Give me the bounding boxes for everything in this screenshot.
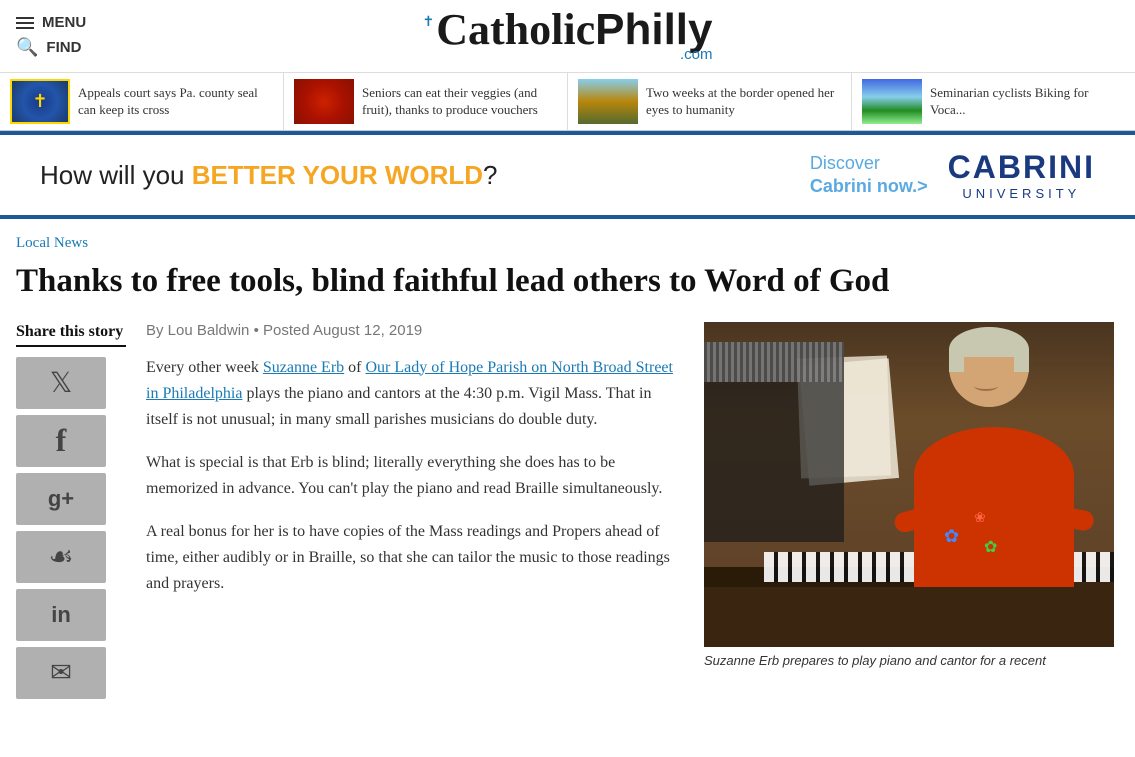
- twitter-share-button[interactable]: 𝕏: [16, 357, 106, 409]
- article-title: Thanks to free tools, blind faithful lea…: [16, 262, 1119, 302]
- share-sidebar: Share this story 𝕏 f g+ ☙ in ✉: [16, 322, 126, 705]
- article-body: By Lou Baldwin • Posted August 12, 2019 …: [126, 322, 704, 705]
- find-button[interactable]: 🔍 FIND: [16, 37, 126, 58]
- ad-discover: DiscoverCabrini now.>: [810, 152, 928, 199]
- gplus-share-button[interactable]: g+: [16, 473, 106, 525]
- email-icon: ✉: [50, 658, 72, 688]
- logo-text: CatholicPhilly: [436, 8, 712, 52]
- suzanne-erb-link[interactable]: Suzanne Erb: [263, 359, 344, 376]
- list-item[interactable]: Seminarian cyclists Biking for Voca...: [852, 73, 1135, 130]
- main-content: Local News Thanks to free tools, blind f…: [0, 235, 1135, 705]
- site-header: MENU 🔍 FIND ✝ CatholicPhilly .com: [0, 0, 1135, 73]
- facebook-icon: f: [56, 422, 67, 459]
- twitter-icon: 𝕏: [50, 366, 73, 400]
- article-image-column: ✿ ❀ ✿ Suzanne Erb prepares to play piano…: [704, 322, 1119, 705]
- list-item[interactable]: Two weeks at the border opened her eyes …: [568, 73, 852, 130]
- ad-banner: How will you BETTER YOUR WORLD? Discover…: [0, 131, 1135, 219]
- top-stories-bar: ✝ Appeals court says Pa. county seal can…: [0, 73, 1135, 131]
- pinterest-icon: ☙: [48, 540, 73, 574]
- linkedin-icon: in: [51, 602, 71, 628]
- parish-link[interactable]: Our Lady of Hope Parish on North Broad S…: [146, 359, 673, 402]
- hamburger-icon: [16, 17, 34, 29]
- article-paragraph: What is special is that Erb is blind; li…: [146, 450, 684, 503]
- logo-icon: ✝: [423, 16, 435, 30]
- ad-cabrini-university: CABRINI UNIVERSITY: [948, 149, 1095, 201]
- story-text: Seniors can eat their veggies (and fruit…: [362, 85, 557, 119]
- list-item[interactable]: ✝ Appeals court says Pa. county seal can…: [0, 73, 284, 130]
- pinterest-share-button[interactable]: ☙: [16, 531, 106, 583]
- google-plus-icon: g+: [48, 486, 74, 512]
- story-text: Two weeks at the border opened her eyes …: [646, 85, 841, 119]
- story-thumbnail: [578, 79, 638, 124]
- breadcrumb[interactable]: Local News: [16, 235, 1119, 252]
- menu-button[interactable]: MENU: [16, 14, 126, 31]
- linkedin-share-button[interactable]: in: [16, 589, 106, 641]
- list-item[interactable]: Seniors can eat their veggies (and fruit…: [284, 73, 568, 130]
- article-paragraph: A real bonus for her is to have copies o…: [146, 519, 684, 598]
- story-thumbnail: [294, 79, 354, 124]
- logo-container: ✝ CatholicPhilly .com: [126, 8, 1009, 64]
- article-meta: By Lou Baldwin • Posted August 12, 2019: [146, 322, 684, 339]
- story-thumbnail: [862, 79, 922, 124]
- find-label: FIND: [46, 39, 81, 56]
- story-text: Appeals court says Pa. county seal can k…: [78, 85, 273, 119]
- facebook-share-button[interactable]: f: [16, 415, 106, 467]
- article-paragraph: Every other week Suzanne Erb of Our Lady…: [146, 355, 684, 434]
- share-title: Share this story: [16, 322, 126, 347]
- article-image: ✿ ❀ ✿: [704, 322, 1114, 647]
- menu-label: MENU: [42, 14, 86, 31]
- story-thumbnail: ✝: [10, 79, 70, 124]
- search-icon: 🔍: [16, 37, 38, 58]
- story-text: Seminarian cyclists Biking for Voca...: [930, 85, 1125, 119]
- article-paragraphs: Every other week Suzanne Erb of Our Lady…: [146, 355, 684, 598]
- image-caption: Suzanne Erb prepares to play piano and c…: [704, 653, 1114, 668]
- ad-text: How will you BETTER YOUR WORLD?: [40, 160, 497, 191]
- email-share-button[interactable]: ✉: [16, 647, 106, 699]
